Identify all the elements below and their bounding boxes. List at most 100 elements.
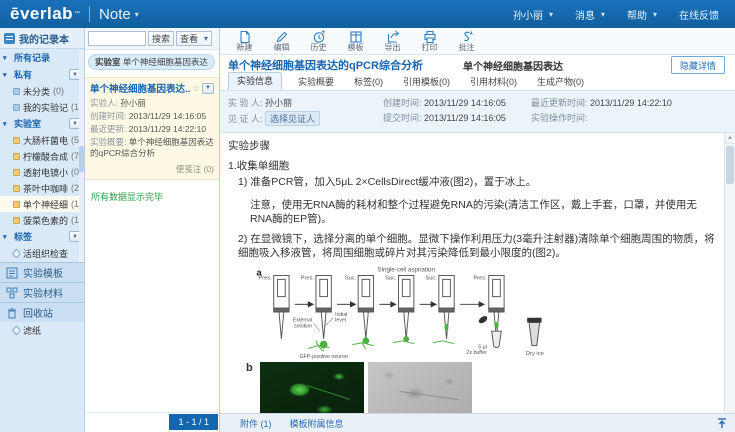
print-button[interactable]: 打印 <box>413 30 446 52</box>
sidebar-item-lab-citrate[interactable]: 柠檬酸合成... (7) <box>0 148 84 164</box>
svg-text:Pres.: Pres. <box>473 276 487 282</box>
attachments-link[interactable]: 附件 (1) <box>240 417 272 430</box>
main-toolbar: 新建 编辑 历史 模板 导出 打印 <box>220 28 735 55</box>
list-end-message: 所有数据显示完毕 <box>85 180 219 213</box>
card-field-experimenter: 实验人: 孙小丽 <box>90 98 214 109</box>
list-footer: 1 - 1 / 1 <box>85 412 219 432</box>
pencil-icon <box>275 30 289 44</box>
tag-icon <box>12 325 22 335</box>
svg-text:GFP-positive neuron: GFP-positive neuron <box>299 354 347 360</box>
chevron-down-icon: ▾ <box>549 10 553 19</box>
history-button[interactable]: 历史 <box>302 30 335 52</box>
sidebar-section-tags[interactable]: ▾ 标签 ▼ <box>0 228 84 245</box>
sidebar-scrollbar[interactable] <box>79 50 84 290</box>
scrollbar-thumb[interactable] <box>79 146 84 172</box>
messages-menu[interactable]: 消息▾ <box>575 7 605 22</box>
folder-icon <box>13 88 20 95</box>
hide-details-button[interactable]: 隐藏详情 <box>671 56 725 74</box>
feedback-link[interactable]: 在线反馈 <box>679 7 719 22</box>
notebook-color-icon <box>13 185 20 192</box>
experiment-list-pane: 搜索 查看▾ 实验室 单个神经细胞基因表达 单个神经细胞基因表达... ☆ ▼ … <box>85 28 220 432</box>
nav-recycle-bin[interactable]: 回收站 <box>0 302 84 322</box>
back-to-top-icon[interactable] <box>716 417 728 429</box>
chevron-down-icon: ▾ <box>3 71 11 79</box>
svg-text:solution: solution <box>294 324 312 330</box>
svg-text:Pres.: Pres. <box>258 276 272 282</box>
svg-text:Pres.: Pres. <box>301 276 315 282</box>
sidebar-item-uncategorized[interactable]: 未分类 (0) <box>0 83 84 99</box>
content-scrollbar[interactable]: ▲ <box>724 133 735 430</box>
sidebar-section-labs[interactable]: ▾ 实验室 ▼ <box>0 115 84 132</box>
step-2: 2) 在显微镜下，选择分离的单个细胞。显微下操作利用压力(3毫升注射器)清除单个… <box>238 232 717 260</box>
new-button[interactable]: 新建 <box>228 30 261 52</box>
export-button[interactable]: 导出 <box>376 30 409 52</box>
sidebar-item-lab-ecoli[interactable]: 大肠杆菌电... (5) <box>0 132 84 148</box>
scroll-up-arrow[interactable]: ▲ <box>725 133 735 144</box>
scrollbar-thumb[interactable] <box>726 146 734 184</box>
tab-experiment-summary[interactable]: 实验概要 <box>294 74 338 90</box>
svg-text:level: level <box>335 318 346 324</box>
info-witness: 见 证 人: 选择见证人 <box>228 111 383 126</box>
chevron-down-icon: ▾ <box>653 10 657 19</box>
search-input[interactable] <box>88 31 146 46</box>
tab-referenced-materials[interactable]: 引用材料(0) <box>466 74 521 90</box>
sidebar-tag-biopsy[interactable]: 活组织检查 <box>0 245 84 261</box>
tab-tags[interactable]: 标签(0) <box>350 74 387 90</box>
tab-referenced-templates[interactable]: 引用模板(0) <box>399 74 454 90</box>
trash-icon <box>6 307 18 319</box>
chevron-down-icon[interactable]: ▾ <box>135 10 139 19</box>
svg-text:Suc.: Suc. <box>425 276 437 282</box>
pagination[interactable]: 1 - 1 / 1 <box>169 414 218 430</box>
search-bar: 搜索 查看▾ <box>85 28 219 50</box>
star-icon[interactable]: ☆ <box>192 83 200 94</box>
sidebar-item-lab-single-neuron[interactable]: 单个神经细... (1) <box>0 196 84 212</box>
help-menu[interactable]: 帮助▾ <box>627 7 657 22</box>
main-footer: 附件 (1) 模板附属信息 <box>220 413 735 432</box>
experiment-card[interactable]: 单个神经细胞基因表达... ☆ ▼ 实验人: 孙小丽 创建时间: 2013/11… <box>85 77 219 180</box>
tab-experiment-info[interactable]: 实验信息 <box>228 72 282 90</box>
sidebar-item-all-records[interactable]: ▾ 所有记录 <box>0 49 84 66</box>
template-info-link[interactable]: 模板附属信息 <box>290 417 344 430</box>
step-1: 1) 准备PCR管，加入5μL 2×CellsDirect缓冲液(图2)，置于冰… <box>238 175 717 189</box>
experiment-title: 单个神经细胞基因表达的qPCR综合分析 <box>228 57 423 73</box>
template-columns-icon <box>349 30 363 44</box>
select-witness-button[interactable]: 选择见证人 <box>265 111 320 126</box>
app-logo: ēverlab <box>10 4 73 24</box>
info-updated: 最近更新时间: 2013/11/29 14:22:10 <box>531 96 727 109</box>
annotate-button[interactable]: 批注 <box>450 30 483 52</box>
card-title[interactable]: 单个神经细胞基因表达... <box>90 81 190 95</box>
info-operated: 实验操作时间: <box>531 111 727 126</box>
nav-experiment-templates[interactable]: 实验模板 <box>0 262 84 282</box>
sidebar-item-lab-spinach-pigment[interactable]: 菠菜色素的... (1) <box>0 212 84 228</box>
tab-products[interactable]: 生成产物(0) <box>533 74 588 90</box>
figure-a: a Single-cell aspiration Pres. <box>246 264 717 360</box>
chevron-down-icon: ▾ <box>3 54 11 62</box>
experiment-content: 实验步骤 1.收集单细胞 1) 准备PCR管，加入5μL 2×CellsDire… <box>220 133 735 430</box>
user-menu[interactable]: 孙小丽▾ <box>513 7 553 22</box>
view-button[interactable]: 查看▾ <box>176 31 212 46</box>
filter-chip[interactable]: 实验室 单个神经细胞基因表达 <box>88 54 215 70</box>
main-pane: 新建 编辑 历史 模板 导出 打印 <box>220 28 735 432</box>
svg-text:Suc.: Suc. <box>345 276 357 282</box>
sidebar-item-lab-tem[interactable]: 透射电镜小... (0) <box>0 164 84 180</box>
notebook-color-icon <box>13 201 20 208</box>
notebook-icon <box>4 33 15 44</box>
search-button[interactable]: 搜索 <box>148 31 174 46</box>
export-icon <box>386 30 400 44</box>
filter-row: 实验室 单个神经细胞基因表达 <box>85 50 219 77</box>
template-button[interactable]: 模板 <box>339 30 372 52</box>
card-menu-button[interactable]: ▼ <box>202 83 214 94</box>
sticky-note-link[interactable]: 便笺注 (0) <box>90 163 214 175</box>
sidebar-item-lab-tea-caffeine[interactable]: 茶叶中咖啡... (2) <box>0 180 84 196</box>
sidebar-tag-filter-paper[interactable]: 滤纸 <box>0 322 84 338</box>
edit-button[interactable]: 编辑 <box>265 30 298 52</box>
card-field-created: 创建时间: 2013/11/29 14:16:05 <box>90 111 214 122</box>
nav-experiment-materials[interactable]: 实验材料 <box>0 282 84 302</box>
sidebar-item-my-experiments[interactable]: 我的实验记... (1) <box>0 99 84 115</box>
template-list-icon <box>6 267 18 279</box>
experiment-title-row: 单个神经细胞基因表达的qPCR综合分析 单个神经细胞基因表达 隐藏详情 <box>220 57 735 73</box>
chevron-down-icon: ▾ <box>601 10 605 19</box>
info-experimenter: 实 验 人: 孙小丽 <box>228 96 383 109</box>
sidebar-section-private[interactable]: ▾ 私有 ▼ <box>0 66 84 83</box>
notebook-color-icon <box>13 153 20 160</box>
